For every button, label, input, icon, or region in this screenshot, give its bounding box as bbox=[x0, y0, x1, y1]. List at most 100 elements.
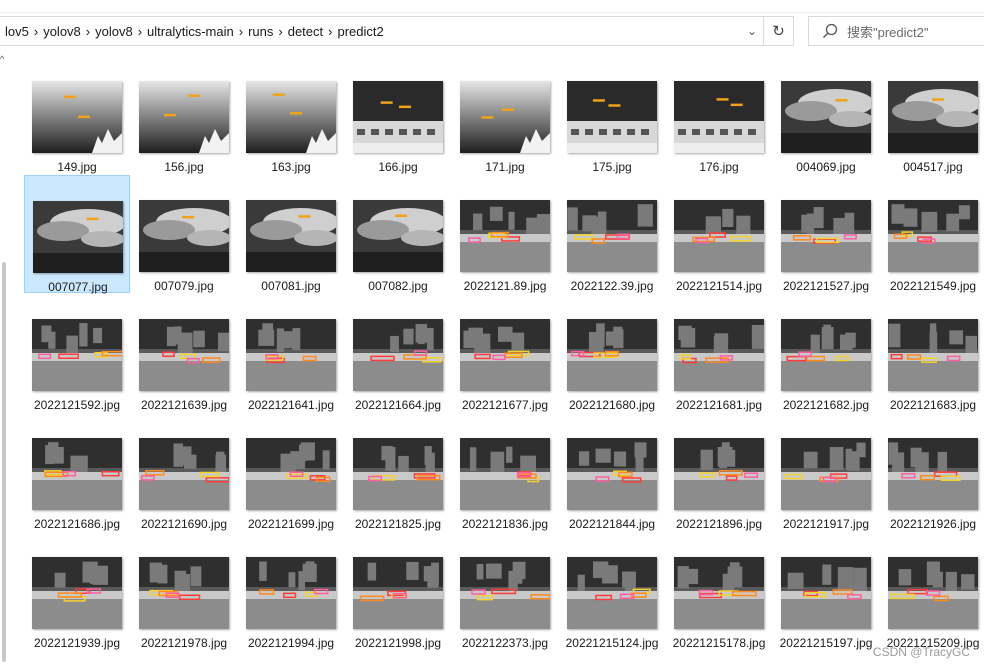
file-item[interactable]: 149.jpg bbox=[24, 56, 130, 174]
file-item[interactable]: 2022121683.jpg bbox=[880, 294, 984, 412]
file-thumbnail bbox=[567, 81, 657, 153]
file-thumbnail bbox=[246, 319, 336, 391]
file-name: 2022121514.jpg bbox=[675, 279, 763, 293]
breadcrumb-item[interactable]: ultralytics-main bbox=[142, 24, 239, 39]
file-thumbnail bbox=[567, 557, 657, 629]
file-item[interactable]: 2022121641.jpg bbox=[238, 294, 344, 412]
file-item[interactable]: 2022121699.jpg bbox=[238, 413, 344, 531]
file-item[interactable]: 2022121549.jpg bbox=[880, 175, 984, 293]
file-item[interactable]: 2022122373.jpg bbox=[452, 532, 558, 650]
file-thumbnail bbox=[567, 200, 657, 272]
file-item[interactable]: 2022121978.jpg bbox=[131, 532, 237, 650]
file-item[interactable]: 171.jpg bbox=[452, 56, 558, 174]
title-bar-strip bbox=[0, 0, 984, 13]
address-bar[interactable]: lov5 › yolov8 › yolov8 › ultralytics-main › runs… bbox=[0, 16, 764, 46]
file-name: 007077.jpg bbox=[48, 280, 108, 294]
file-item[interactable]: 20221215178.jpg bbox=[666, 532, 772, 650]
file-item[interactable]: 2022121844.jpg bbox=[559, 413, 665, 531]
file-thumbnail bbox=[32, 438, 122, 510]
file-thumbnail bbox=[32, 81, 122, 153]
file-item[interactable]: 2022121825.jpg bbox=[345, 413, 451, 531]
file-thumbnail bbox=[674, 557, 764, 629]
breadcrumb-item[interactable]: yolov8 bbox=[38, 24, 86, 39]
file-item[interactable]: 20221215124.jpg bbox=[559, 532, 665, 650]
file-item[interactable]: 163.jpg bbox=[238, 56, 344, 174]
file-name: 007081.jpg bbox=[261, 279, 321, 293]
file-item[interactable]: 2022121836.jpg bbox=[452, 413, 558, 531]
file-item[interactable]: 2022121514.jpg bbox=[666, 175, 772, 293]
file-name: 2022121917.jpg bbox=[782, 517, 870, 531]
file-item[interactable]: 007081.jpg bbox=[238, 175, 344, 293]
file-name: 2022121682.jpg bbox=[782, 398, 870, 412]
breadcrumb-item[interactable]: detect bbox=[283, 24, 328, 39]
file-name: 2022121686.jpg bbox=[33, 517, 121, 531]
file-name: 2022121844.jpg bbox=[568, 517, 656, 531]
file-name: 166.jpg bbox=[378, 160, 418, 174]
file-item[interactable]: 20221215197.jpg bbox=[773, 532, 879, 650]
file-name: 149.jpg bbox=[57, 160, 97, 174]
file-name: 20221215124.jpg bbox=[565, 636, 659, 650]
file-item[interactable]: 156.jpg bbox=[131, 56, 237, 174]
file-item[interactable]: 176.jpg bbox=[666, 56, 772, 174]
file-thumbnail bbox=[460, 557, 550, 629]
file-name: 004069.jpg bbox=[796, 160, 856, 174]
file-thumbnail bbox=[781, 557, 871, 629]
chevron-down-icon[interactable]: ⌄ bbox=[747, 24, 757, 38]
file-name: 2022121836.jpg bbox=[461, 517, 549, 531]
file-item[interactable]: 2022121690.jpg bbox=[131, 413, 237, 531]
file-item[interactable]: 2022121681.jpg bbox=[666, 294, 772, 412]
file-item[interactable]: 20221215209.jpg bbox=[880, 532, 984, 650]
file-item[interactable]: 004069.jpg bbox=[773, 56, 879, 174]
breadcrumb-label: predict2 bbox=[337, 23, 384, 39]
file-thumbnail bbox=[353, 557, 443, 629]
file-item[interactable]: 2022121998.jpg bbox=[345, 532, 451, 650]
file-item[interactable]: 2022121592.jpg bbox=[24, 294, 130, 412]
file-item[interactable]: 2022121639.jpg bbox=[131, 294, 237, 412]
file-name: 2022121681.jpg bbox=[675, 398, 763, 412]
vertical-scrollbar[interactable]: ^ bbox=[0, 52, 8, 669]
file-item[interactable]: 004517.jpg bbox=[880, 56, 984, 174]
file-item[interactable]: 2022121527.jpg bbox=[773, 175, 879, 293]
file-item[interactable]: 007077.jpg bbox=[24, 175, 130, 294]
breadcrumb: lov5 › yolov8 › yolov8 › ultralytics-main › runs… bbox=[0, 24, 389, 39]
file-item[interactable]: 2022121664.jpg bbox=[345, 294, 451, 412]
search-box[interactable]: 搜索"predict2" bbox=[808, 16, 984, 46]
file-thumbnail bbox=[781, 81, 871, 153]
file-item[interactable]: 2022122.39.jpg bbox=[559, 175, 665, 293]
refresh-button[interactable]: ↻ bbox=[764, 16, 794, 46]
file-thumbnail bbox=[353, 319, 443, 391]
file-item[interactable]: 175.jpg bbox=[559, 56, 665, 174]
file-name: 156.jpg bbox=[164, 160, 204, 174]
breadcrumb-item[interactable]: yolov8 bbox=[90, 24, 138, 39]
file-item[interactable]: 2022121686.jpg bbox=[24, 413, 130, 531]
file-item[interactable]: 2022121682.jpg bbox=[773, 294, 879, 412]
file-item[interactable]: 007082.jpg bbox=[345, 175, 451, 293]
file-item[interactable]: 2022121680.jpg bbox=[559, 294, 665, 412]
scroll-thumb[interactable] bbox=[2, 262, 6, 662]
file-name: 2022122373.jpg bbox=[461, 636, 549, 650]
file-item[interactable]: 2022121939.jpg bbox=[24, 532, 130, 650]
file-name: 2022121664.jpg bbox=[354, 398, 442, 412]
file-item[interactable]: 2022121677.jpg bbox=[452, 294, 558, 412]
scroll-up-arrow-icon[interactable]: ^ bbox=[0, 54, 4, 64]
file-item[interactable]: 2022121994.jpg bbox=[238, 532, 344, 650]
file-thumbnail bbox=[460, 200, 550, 272]
file-item[interactable]: 2022121.89.jpg bbox=[452, 175, 558, 293]
breadcrumb-item[interactable]: predict2 bbox=[332, 24, 388, 39]
breadcrumb-label: yolov8 bbox=[43, 23, 81, 39]
file-name: 2022121896.jpg bbox=[675, 517, 763, 531]
breadcrumb-item[interactable]: runs bbox=[243, 24, 278, 39]
file-item[interactable]: 007079.jpg bbox=[131, 175, 237, 293]
file-item[interactable]: 166.jpg bbox=[345, 56, 451, 174]
file-name: 2022121677.jpg bbox=[461, 398, 549, 412]
watermark: CSDN @TracyGC bbox=[872, 645, 970, 659]
file-name: 2022121549.jpg bbox=[889, 279, 977, 293]
refresh-icon: ↻ bbox=[772, 23, 785, 40]
file-item[interactable]: 2022121926.jpg bbox=[880, 413, 984, 531]
file-name: 2022121527.jpg bbox=[782, 279, 870, 293]
file-thumbnail bbox=[246, 438, 336, 510]
file-item[interactable]: 2022121896.jpg bbox=[666, 413, 772, 531]
breadcrumb-item[interactable]: lov5 bbox=[0, 24, 34, 39]
file-name: 171.jpg bbox=[485, 160, 525, 174]
file-item[interactable]: 2022121917.jpg bbox=[773, 413, 879, 531]
